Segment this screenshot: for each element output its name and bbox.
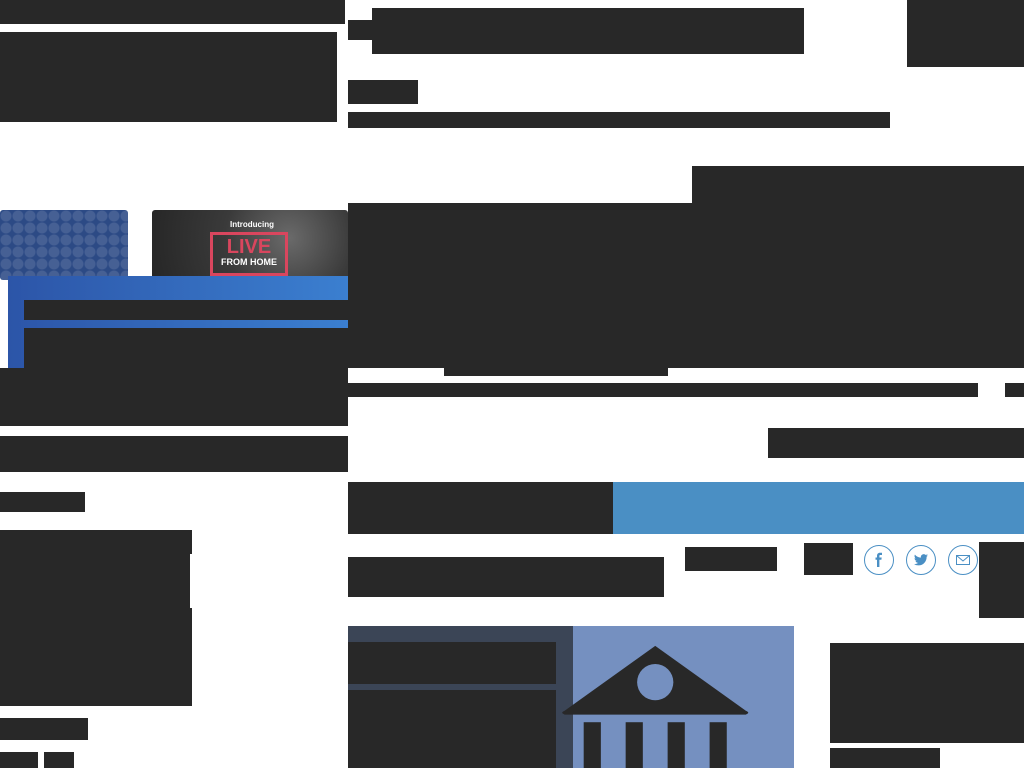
section-bar-dark bbox=[348, 482, 613, 534]
byline-bar bbox=[348, 112, 890, 128]
caption-end bbox=[1005, 383, 1024, 397]
email-icon bbox=[956, 555, 970, 565]
left-banner-line bbox=[24, 300, 348, 320]
byline-label bbox=[348, 80, 418, 104]
title-bar bbox=[372, 8, 804, 54]
main-block-tab bbox=[444, 366, 668, 376]
left-content-block bbox=[0, 368, 348, 426]
main-block bbox=[348, 203, 1024, 368]
left-text-block-2 bbox=[0, 550, 190, 610]
left-label-2 bbox=[0, 718, 88, 740]
share-side-block bbox=[979, 542, 1024, 618]
left-footer-2 bbox=[44, 752, 74, 768]
subhead-block bbox=[348, 557, 664, 597]
promo-sub-text: FROM HOME bbox=[221, 257, 277, 267]
right-pill[interactable] bbox=[768, 428, 1024, 458]
promo-live-word: LIVE bbox=[226, 236, 272, 258]
left-top-bar bbox=[0, 0, 345, 24]
sidebar-card-block[interactable] bbox=[830, 643, 1024, 743]
facebook-icon bbox=[875, 552, 882, 567]
twitter-icon bbox=[914, 554, 928, 566]
bank-building-icon bbox=[562, 645, 749, 768]
left-text-block-3 bbox=[0, 608, 192, 706]
left-header-block bbox=[0, 32, 337, 122]
share-label bbox=[685, 547, 777, 571]
promo-live-box: LIVE FROM HOME bbox=[210, 232, 288, 276]
left-content-bar bbox=[0, 436, 348, 472]
thumbnail-live-from-home[interactable]: Introducing LIVE FROM HOME bbox=[152, 210, 348, 280]
facebook-share-button[interactable] bbox=[864, 545, 894, 575]
top-right-block[interactable] bbox=[907, 0, 1024, 67]
title-bullet bbox=[348, 20, 372, 40]
share-count[interactable] bbox=[804, 543, 853, 575]
left-label-1 bbox=[0, 492, 85, 512]
email-share-button[interactable] bbox=[948, 545, 978, 575]
caption-bar bbox=[348, 383, 978, 397]
hero-text-1 bbox=[348, 642, 556, 684]
section-bar-blue bbox=[613, 482, 1024, 534]
main-block-top bbox=[692, 166, 1024, 206]
promo-intro-text: Introducing bbox=[230, 220, 274, 229]
thumbnail-hex[interactable] bbox=[0, 210, 128, 280]
sidebar-card-label[interactable] bbox=[830, 748, 940, 768]
left-footer-1 bbox=[0, 752, 38, 768]
hero-image bbox=[348, 626, 794, 768]
twitter-share-button[interactable] bbox=[906, 545, 936, 575]
hero-text-2 bbox=[348, 690, 556, 768]
left-banner-block bbox=[24, 328, 348, 370]
